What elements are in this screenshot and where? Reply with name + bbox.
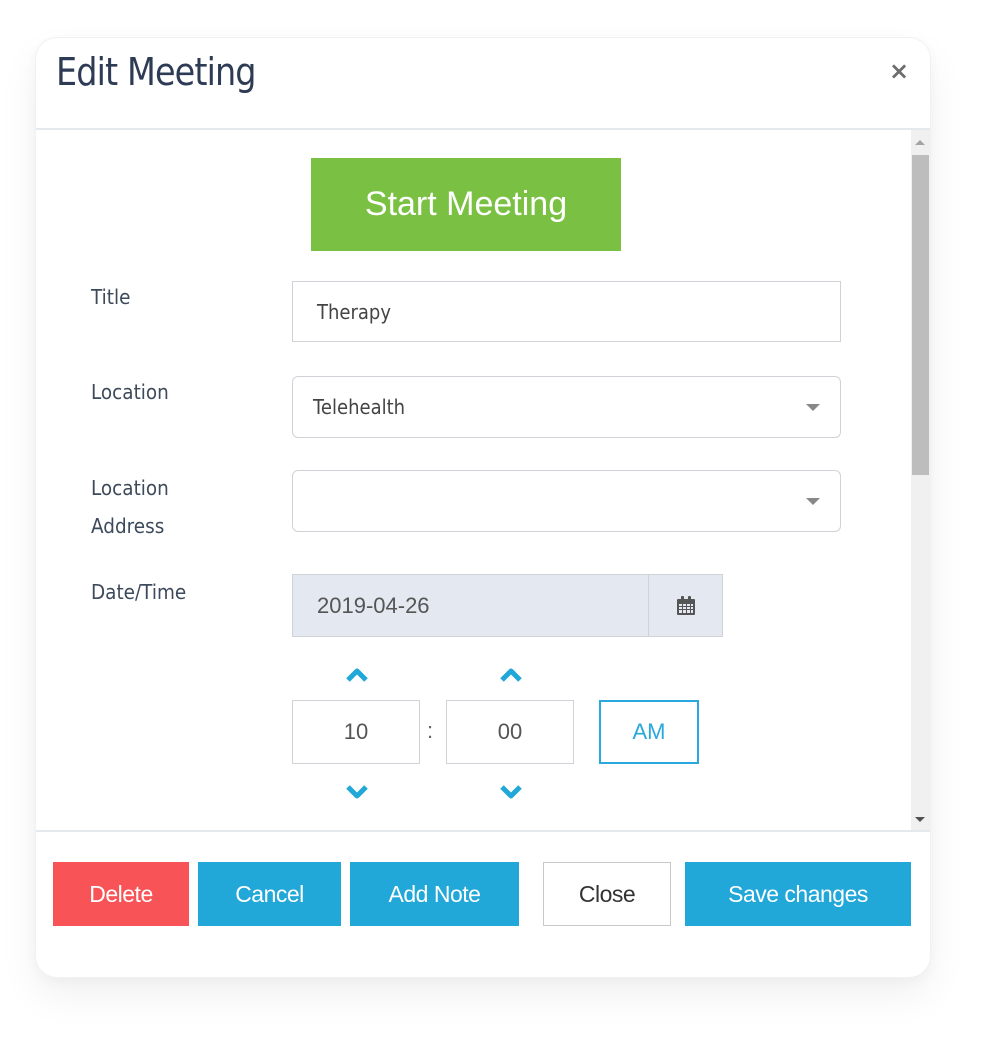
location-label: Location	[91, 380, 169, 404]
title-value: Therapy	[317, 299, 391, 324]
location-address-label: Location Address	[91, 469, 169, 545]
hour-input[interactable]: 10	[292, 700, 420, 764]
edit-meeting-modal: Edit Meeting × Start Meeting Title Thera…	[35, 37, 931, 978]
scroll-up-arrow-icon[interactable]	[915, 140, 925, 145]
date-input[interactable]: 2019-04-26	[293, 575, 648, 636]
chevron-up-icon	[500, 668, 522, 682]
title-label: Title	[91, 285, 131, 309]
date-picker: 2019-04-26	[292, 574, 723, 637]
location-address-select[interactable]	[292, 470, 841, 532]
cancel-button[interactable]: Cancel	[198, 862, 341, 926]
dropdown-caret-icon	[806, 404, 820, 411]
vertical-scrollbar[interactable]	[911, 130, 930, 830]
time-separator: :	[427, 718, 434, 743]
location-address-label-line2: Address	[91, 514, 165, 538]
modal-title: Edit Meeting	[56, 50, 257, 94]
location-address-label-line1: Location	[91, 476, 169, 500]
modal-footer: Delete Cancel Add Note Close Save change…	[36, 830, 930, 977]
save-changes-button[interactable]: Save changes	[685, 862, 911, 926]
close-button[interactable]: Close	[543, 862, 671, 926]
scroll-down-arrow-icon[interactable]	[915, 817, 925, 822]
hour-decrement-button[interactable]	[337, 778, 377, 806]
minute-decrement-button[interactable]	[491, 778, 531, 806]
add-note-button[interactable]: Add Note	[350, 862, 519, 926]
minute-input[interactable]: 00	[446, 700, 574, 764]
calendar-icon	[676, 595, 695, 615]
chevron-down-icon	[500, 785, 522, 799]
calendar-button[interactable]	[648, 575, 722, 636]
delete-button[interactable]: Delete	[53, 862, 189, 926]
start-meeting-button[interactable]: Start Meeting	[311, 158, 621, 251]
title-input[interactable]: Therapy	[292, 281, 841, 342]
dropdown-caret-icon	[806, 498, 820, 505]
chevron-up-icon	[346, 668, 368, 682]
scrollbar-thumb[interactable]	[912, 155, 929, 475]
location-value: Telehealth	[313, 395, 406, 419]
close-icon[interactable]: ×	[886, 56, 912, 86]
date-time-label: Date/Time	[91, 580, 187, 604]
meridian-toggle-button[interactable]: AM	[599, 700, 699, 764]
chevron-down-icon	[346, 785, 368, 799]
hour-increment-button[interactable]	[337, 661, 377, 689]
modal-header: Edit Meeting ×	[36, 38, 930, 130]
minute-increment-button[interactable]	[491, 661, 531, 689]
modal-body: Start Meeting Title Therapy Location Tel…	[36, 130, 930, 830]
location-select[interactable]: Telehealth	[292, 376, 841, 438]
